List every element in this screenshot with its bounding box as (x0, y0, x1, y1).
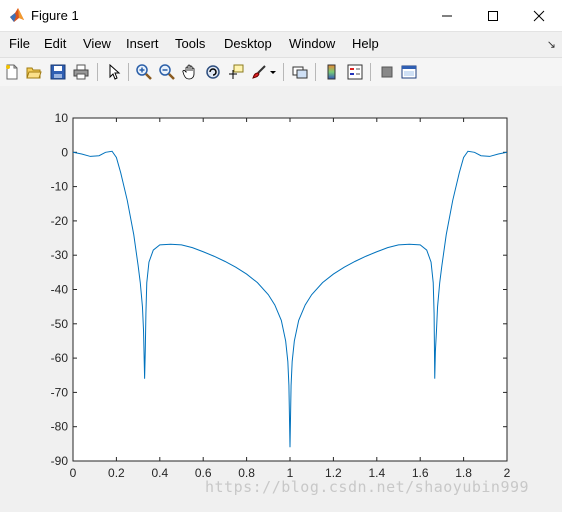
save-icon[interactable] (48, 62, 68, 82)
menu-view[interactable]: View (83, 36, 111, 51)
minimize-button[interactable] (424, 0, 470, 31)
dock-arrow-icon[interactable]: ↘ (547, 38, 556, 51)
brush-icon[interactable] (249, 62, 269, 82)
brush-dropdown-icon[interactable] (267, 62, 279, 82)
show-plot-tools-icon[interactable] (399, 62, 419, 82)
toolbar-separator (128, 63, 129, 81)
x-tick-label: 0.2 (108, 466, 125, 480)
close-icon (533, 10, 545, 21)
axes-box (72, 117, 508, 462)
data-cursor-icon[interactable] (226, 62, 246, 82)
menu-help[interactable]: Help (352, 36, 379, 51)
title-bar: Figure 1 (0, 0, 562, 32)
y-tick-label: 10 (55, 111, 69, 125)
menu-insert[interactable]: Insert (126, 36, 159, 51)
close-button[interactable] (516, 0, 562, 31)
y-tick-label: -90 (51, 454, 69, 468)
x-tick-label: 0.4 (151, 466, 168, 480)
matlab-logo-icon (9, 7, 25, 23)
toolbar-separator (370, 63, 371, 81)
toolbar-separator (315, 63, 316, 81)
toolbar-separator (97, 63, 98, 81)
rotate-3d-icon[interactable] (203, 62, 223, 82)
menu-window[interactable]: Window (289, 36, 335, 51)
y-tick-label: -50 (51, 317, 69, 331)
zoom-in-icon[interactable] (134, 62, 154, 82)
y-tick-label: -70 (51, 385, 69, 399)
maximize-icon (488, 10, 498, 21)
pan-icon[interactable] (180, 62, 200, 82)
y-tick-label: -80 (51, 420, 69, 434)
pointer-icon[interactable] (104, 62, 124, 82)
menu-edit[interactable]: Edit (44, 36, 66, 51)
menu-desktop[interactable]: Desktop (224, 36, 272, 51)
print-icon[interactable] (71, 62, 91, 82)
y-tick-label: -30 (51, 248, 69, 262)
y-tick-label: -60 (51, 351, 69, 365)
y-tick-label: 0 (61, 145, 68, 159)
figure-canvas: 10 0 -10 -20 -30 -40 -50 -60 -70 -80 -90 0 0.2 0.4 0.… (0, 86, 562, 507)
figure-toolbar (0, 57, 562, 87)
toolbar-separator (283, 63, 284, 81)
link-plot-icon[interactable] (290, 62, 310, 82)
minimize-icon (442, 15, 452, 16)
menu-bar: File Edit View Insert Tools Desktop Wind… (0, 32, 562, 56)
line-plot[interactable]: 100-10-20-30-40-50-60-70-80-90 0 0.2 0.4 0.… (0, 86, 562, 507)
y-tick-label: -10 (51, 180, 69, 194)
y-tick-label: -20 (51, 214, 69, 228)
y-tick-label: -40 (51, 283, 69, 297)
menu-tools[interactable]: Tools (175, 36, 205, 51)
maximize-button[interactable] (470, 0, 516, 31)
zoom-out-icon[interactable] (157, 62, 177, 82)
new-figure-icon[interactable] (2, 62, 22, 82)
watermark-text: https://blog.csdn.net/shaoyubin999 (205, 478, 530, 496)
menu-file[interactable]: File (9, 36, 30, 51)
insert-colorbar-icon[interactable] (322, 62, 342, 82)
x-tick-label: 0 (70, 466, 77, 480)
hide-plot-tools-icon[interactable] (377, 62, 397, 82)
insert-legend-icon[interactable] (345, 62, 365, 82)
window-title: Figure 1 (31, 8, 79, 23)
open-file-icon[interactable] (24, 62, 44, 82)
